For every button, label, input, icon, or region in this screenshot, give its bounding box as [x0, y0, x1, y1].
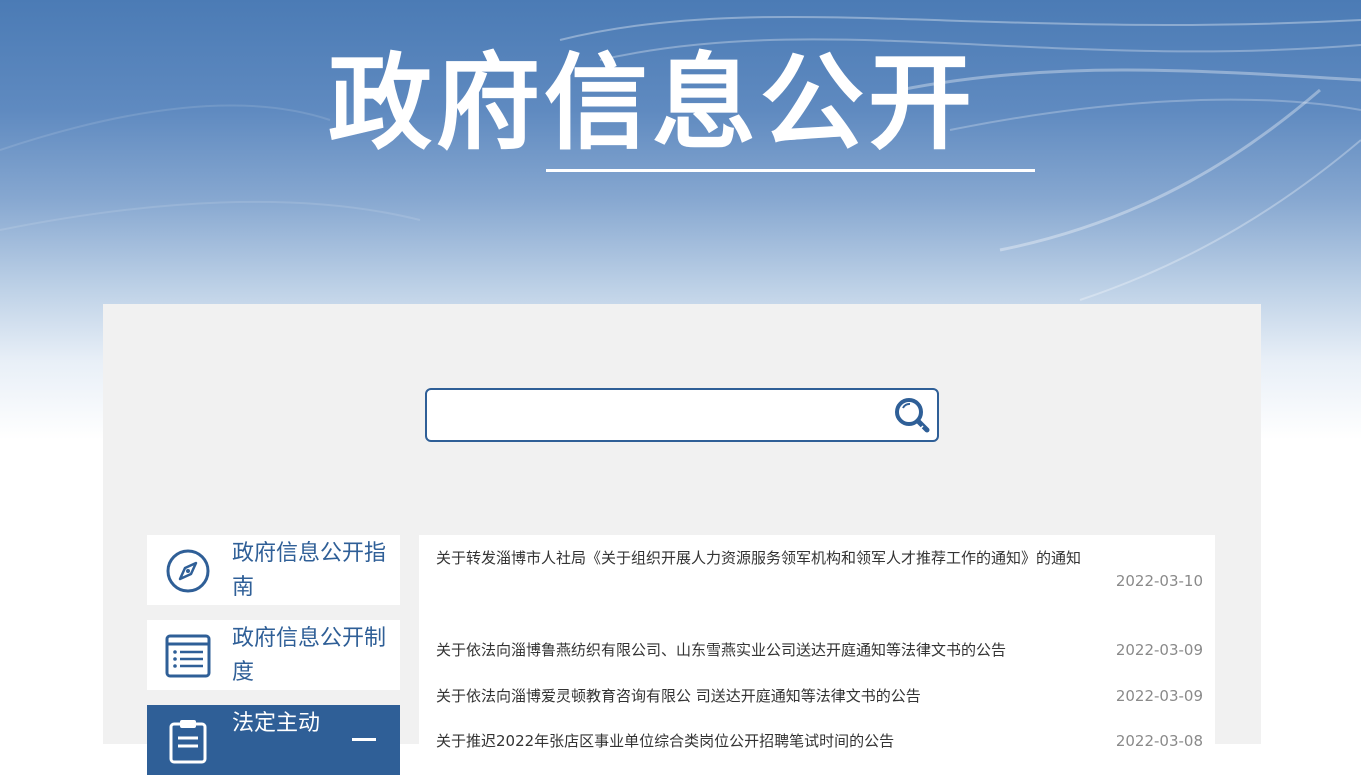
sidebar-item-label: 政府信息公开指南 — [232, 541, 387, 600]
sidebar-item-label: 法定主动 — [232, 711, 321, 736]
search-box — [425, 388, 939, 442]
list-item[interactable]: 关于推迟2022年张店区事业单位综合类岗位公开招聘笔试时间的公告 2022-03… — [419, 719, 1215, 755]
compass-icon — [165, 548, 211, 594]
page-title: 政府信息公开 — [328, 42, 977, 164]
list-document-icon — [165, 633, 211, 679]
news-date: 2022-03-09 — [1115, 687, 1203, 705]
news-date: 2022-03-10 — [1115, 572, 1203, 590]
news-date: 2022-03-08 — [1115, 732, 1203, 750]
search-input[interactable] — [437, 396, 881, 434]
sidebar-item-statutory[interactable]: 法定主动 — [147, 705, 400, 775]
title-underline — [546, 169, 1035, 172]
news-date: 2022-03-09 — [1115, 641, 1203, 659]
news-title-link[interactable]: 关于依法向淄博爱灵顿教育咨询有限公 司送达开庭通知等法律文书的公告 — [436, 674, 1108, 719]
clipboard-icon — [165, 718, 211, 764]
news-title-link[interactable]: 关于转发淄博市人社局《关于组织开展人力资源服务领军机构和领军人才推荐工作的通知》… — [436, 536, 1108, 581]
news-title-link[interactable]: 关于依法向淄博鲁燕纺织有限公司、山东雪燕实业公司送达开庭通知等法律文书的公告 — [436, 628, 1108, 673]
list-item[interactable]: 关于依法向淄博爱灵顿教育咨询有限公 司送达开庭通知等法律文书的公告 2022-0… — [419, 674, 1215, 720]
sidebar-item-guide[interactable]: 政府信息公开指南 — [147, 535, 400, 605]
search-button[interactable] — [893, 396, 933, 434]
search-icon — [895, 398, 930, 433]
list-item[interactable]: 关于转发淄博市人社局《关于组织开展人力资源服务领军机构和领军人才推荐工作的通知》… — [419, 535, 1215, 625]
sidebar-item-system[interactable]: 政府信息公开制度 — [147, 620, 400, 690]
list-item[interactable]: 关于依法向淄博鲁燕纺织有限公司、山东雪燕实业公司送达开庭通知等法律文书的公告 2… — [419, 628, 1215, 674]
news-list: 关于转发淄博市人社局《关于组织开展人力资源服务领军机构和领军人才推荐工作的通知》… — [419, 535, 1215, 755]
collapse-icon[interactable] — [352, 738, 376, 741]
sidebar-item-label: 政府信息公开制度 — [232, 626, 387, 685]
content-panel: 政府信息公开指南 政府信息公开制度 法定主动 关于转发淄博市人社局《关于组织开展… — [103, 304, 1261, 775]
news-title-link[interactable]: 关于推迟2022年张店区事业单位综合类岗位公开招聘笔试时间的公告 — [436, 719, 1108, 764]
